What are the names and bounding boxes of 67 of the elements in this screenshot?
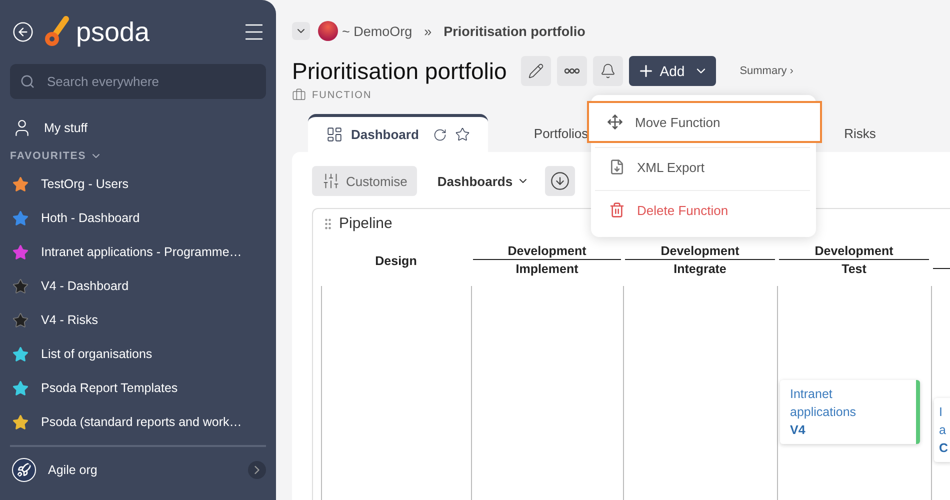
- stage-group-label: Development: [779, 244, 929, 260]
- stage-label: Integrate: [674, 262, 726, 276]
- favourite-item[interactable]: List of organisations: [10, 337, 266, 371]
- search-field[interactable]: Search everywhere: [10, 64, 266, 99]
- card-code: V4: [790, 422, 806, 439]
- more-icon: [564, 68, 580, 74]
- download-icon: [550, 171, 570, 191]
- download-button[interactable]: [544, 166, 575, 196]
- collapse-button[interactable]: [292, 22, 310, 40]
- menu-item[interactable]: XML Export: [595, 147, 810, 186]
- pencil-icon: [528, 63, 544, 79]
- customise-button[interactable]: Customise: [312, 166, 418, 196]
- breadcrumb-link[interactable]: ~ DemoOrg: [342, 24, 412, 38]
- star-icon[interactable]: [454, 127, 470, 142]
- edit-button[interactable]: [520, 56, 551, 86]
- stage-label: Test: [842, 262, 866, 276]
- rocket-icon: [12, 458, 36, 482]
- project-card[interactable]: I a C: [934, 398, 950, 462]
- search-icon: [20, 74, 35, 89]
- card-title: applications: [790, 404, 858, 421]
- favourite-item[interactable]: Intranet applications - Programme…: [10, 235, 266, 269]
- tab[interactable]: Dashboard: [308, 114, 488, 152]
- breadcrumb-current: Prioritisation portfolio: [444, 24, 586, 38]
- org-item[interactable]: Agile org: [10, 453, 266, 487]
- add-button[interactable]: Add: [628, 56, 716, 86]
- dashboards-dropdown[interactable]: Dashboards: [429, 174, 533, 188]
- card-title: a: [939, 422, 947, 439]
- section-heading: FAVOURITES: [10, 150, 86, 162]
- file-export-icon: [609, 159, 625, 175]
- card-title: I: [939, 404, 944, 421]
- widget-title: Pipeline: [339, 215, 392, 232]
- card-title: Intranet: [790, 386, 834, 403]
- stage-group-label: Development: [473, 244, 621, 260]
- stage-label: Implement: [516, 262, 578, 276]
- favourite-item[interactable]: TestOrg - Users: [10, 167, 266, 201]
- nav-item[interactable]: My stuff: [10, 111, 266, 145]
- search-input[interactable]: Search everywhere: [45, 73, 256, 90]
- favourite-item[interactable]: Hoth - Dashboard: [10, 201, 266, 235]
- sliders-icon: [322, 172, 340, 190]
- project-card[interactable]: Intranet applications V4: [780, 380, 920, 444]
- summary-link[interactable]: Summary ›: [740, 65, 794, 77]
- refresh-icon[interactable]: [432, 128, 447, 142]
- favourite-item[interactable]: Psoda (standard reports and work…: [10, 405, 266, 439]
- briefcase-icon: [292, 88, 306, 102]
- back-icon[interactable]: [12, 21, 34, 43]
- logo-text: psoda: [76, 16, 150, 48]
- notifications-button[interactable]: [592, 56, 623, 86]
- favourite-item[interactable]: V4 - Risks: [10, 303, 266, 337]
- menu-item[interactable]: Delete Function: [595, 190, 810, 229]
- breadcrumb-separator: »: [424, 24, 432, 38]
- menu-item[interactable]: Move Function: [587, 101, 822, 143]
- tab[interactable]: Risks: [826, 114, 894, 152]
- stage-group-label: Development: [625, 244, 775, 260]
- logo-mark-icon: [44, 16, 70, 48]
- type-label: FUNCTION: [312, 90, 372, 100]
- move-icon: [607, 114, 623, 130]
- more-button[interactable]: [556, 56, 587, 86]
- trash-icon: [609, 202, 625, 218]
- favourite-item[interactable]: Psoda Report Templates: [10, 371, 266, 405]
- chevron-icon[interactable]: [248, 461, 266, 479]
- page-title: Prioritisation portfolio: [292, 58, 507, 84]
- stage-label: Design: [375, 254, 417, 268]
- bell-icon: [600, 63, 616, 79]
- favourite-item[interactable]: V4 - Dashboard: [10, 269, 266, 303]
- org-avatar: [318, 21, 338, 41]
- dashboard-icon: [326, 126, 343, 143]
- card-code: C: [939, 440, 950, 457]
